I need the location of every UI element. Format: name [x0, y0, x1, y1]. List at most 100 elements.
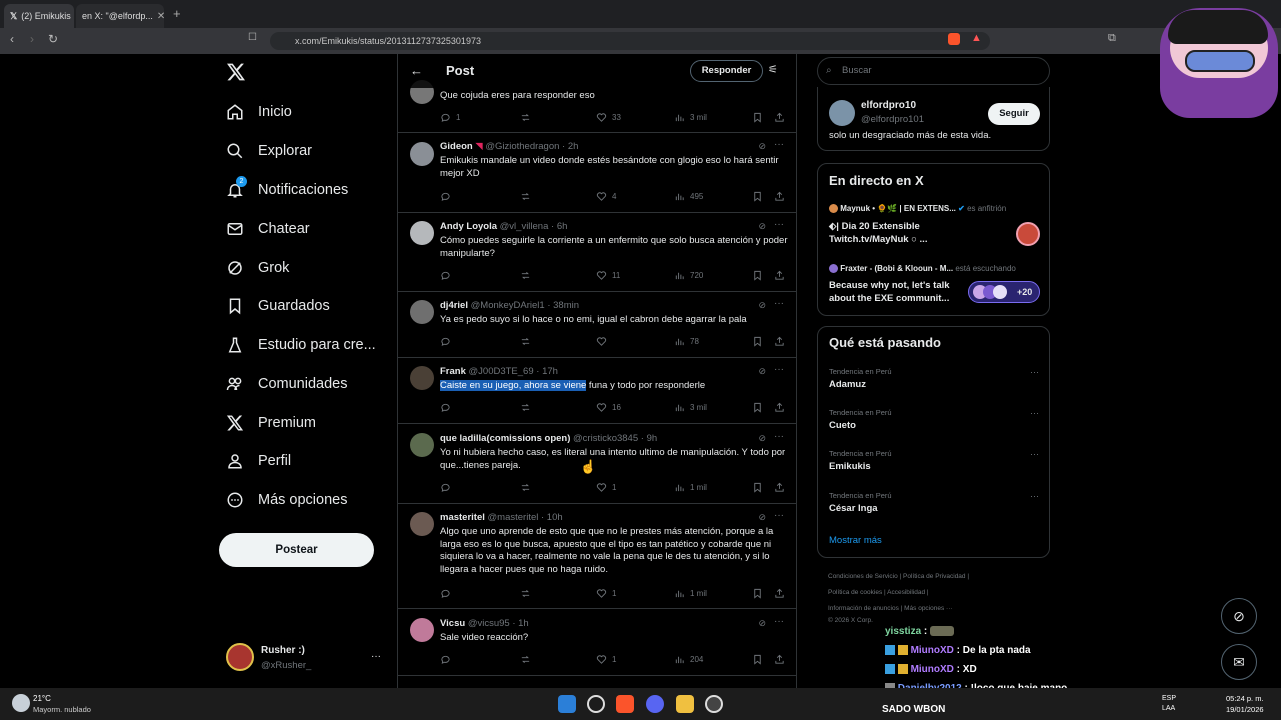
messages-float-button[interactable]: ✉ [1221, 644, 1257, 680]
reply-item[interactable]: Vicsu @vicsu95 · 1h ⊘ ··· Sale video reac… [398, 609, 796, 676]
like-action[interactable]: 11 [596, 270, 620, 281]
bookmark-action[interactable] [752, 336, 763, 347]
folder-icon[interactable] [676, 695, 694, 713]
more-icon[interactable]: ··· [774, 616, 784, 627]
sidebar-item-estudio[interactable]: Estudio para cre... [226, 330, 376, 360]
x-logo-icon[interactable] [226, 62, 246, 87]
reply-action[interactable] [440, 482, 451, 493]
reload-icon[interactable]: ↻ [48, 32, 58, 46]
repost-action[interactable] [520, 270, 531, 281]
like-action[interactable]: 4 [596, 191, 616, 202]
bookmark-action[interactable] [752, 191, 763, 202]
reply-item[interactable]: dj4riel @MonkeyDAriel1 · 38min ⊘ ··· Ya e… [398, 292, 796, 358]
search-icon[interactable] [587, 695, 605, 713]
back-arrow-icon[interactable]: ← [410, 63, 423, 78]
footer-links[interactable]: Política de cookies | Accesibilidad | [828, 589, 929, 596]
profile-name[interactable]: elfordpro10 [861, 100, 916, 111]
share-action[interactable] [774, 270, 785, 281]
sidebar-item-inicio[interactable]: Inicio [226, 97, 292, 127]
sidebar-item-premium[interactable]: Premium [226, 408, 316, 438]
grok-icon[interactable]: ⊘ [758, 221, 766, 232]
repost-action[interactable] [520, 336, 531, 347]
repost-action[interactable] [520, 402, 531, 413]
language-indicator[interactable]: ESP [1162, 695, 1176, 702]
avatar[interactable] [410, 221, 434, 245]
clock-date[interactable]: 19/01/2026 [1226, 705, 1264, 714]
bookmark-action[interactable] [752, 482, 763, 493]
more-icon[interactable]: ··· [1030, 408, 1039, 418]
brave-shield-icon[interactable] [948, 33, 960, 45]
browser-tab[interactable]: 𝕏 (2) Emikukis [4, 4, 74, 28]
grok-icon[interactable]: ⊘ [758, 366, 766, 377]
reply-author[interactable]: Frank [440, 366, 466, 377]
listeners-badge[interactable]: +20 [968, 281, 1040, 303]
live-title-2[interactable]: Because why not, let's talk [829, 280, 950, 291]
back-icon[interactable]: ‹ [10, 32, 14, 46]
share-action[interactable] [774, 402, 785, 413]
more-icon[interactable]: ··· [1030, 491, 1039, 501]
views-action[interactable]: 1 mil [674, 588, 707, 599]
follow-button[interactable]: Seguir [988, 103, 1040, 125]
like-action[interactable]: 1 [596, 482, 616, 493]
more-icon[interactable]: ··· [774, 139, 784, 150]
profile-handle[interactable]: @elfordpro101 [861, 114, 924, 125]
live-title-1b[interactable]: Twitch.tv/MayNuk ○ ... [829, 234, 927, 245]
clock-time[interactable]: 05:24 p. m. [1226, 694, 1264, 703]
avatar[interactable] [410, 512, 434, 536]
reply-item[interactable]: que ladilla(comissions open) @cristicko3… [398, 424, 796, 504]
bookmark-action[interactable] [752, 654, 763, 665]
like-action[interactable] [596, 336, 607, 347]
bookmark-page-icon[interactable]: ☐ [248, 32, 257, 43]
repost-action[interactable] [520, 112, 531, 123]
reply-action[interactable] [440, 191, 451, 202]
reply-action[interactable] [440, 336, 451, 347]
reply-action[interactable] [440, 588, 451, 599]
obs-icon[interactable] [705, 695, 723, 713]
sidebar-item-grok[interactable]: Grok [226, 253, 289, 283]
more-icon[interactable]: ··· [774, 510, 784, 521]
views-action[interactable]: 3 mil [674, 112, 707, 123]
share-action[interactable] [774, 112, 785, 123]
brave-icon[interactable] [616, 695, 634, 713]
sidebar-item-comunidades[interactable]: Comunidades [226, 369, 347, 399]
views-action[interactable]: 720 [674, 270, 703, 281]
account-menu-icon[interactable]: ··· [371, 651, 381, 662]
language-indicator[interactable]: LAA [1162, 705, 1175, 712]
bookmark-action[interactable] [752, 588, 763, 599]
like-action[interactable]: 1 [596, 654, 616, 665]
grok-float-button[interactable]: ⊘ [1221, 598, 1257, 634]
reply-author[interactable]: Andy Loyola [440, 221, 497, 232]
views-action[interactable]: 495 [674, 191, 703, 202]
search-input[interactable]: ⌕ Buscar [817, 57, 1050, 85]
more-icon[interactable]: ··· [774, 298, 784, 309]
reply-author[interactable]: Vicsu [440, 618, 465, 629]
url-input[interactable]: x.com/Emikukis/status/201311273732530197… [270, 32, 990, 50]
browser-tab-active[interactable]: en X: "@elfordp... ✕ [76, 4, 164, 28]
reply-author[interactable]: masteritel [440, 512, 485, 523]
live-title-1[interactable]: ⬖| Dia 20 Extensible [829, 221, 920, 232]
bookmark-action[interactable] [752, 402, 763, 413]
avatar[interactable] [410, 366, 434, 390]
reply-action[interactable]: 1 [440, 112, 460, 123]
live-host[interactable]: Maynuk • 🌻🌿 | EN EXTENS... ✔ es anfitrió… [829, 204, 1006, 214]
reply-item[interactable]: Andy Loyola @vl_villena · 6h ⊘ ··· Cómo p… [398, 213, 796, 292]
sidebar-item-explorar[interactable]: Explorar [226, 136, 312, 166]
sidebar-item-chatear[interactable]: Chatear [226, 214, 310, 244]
reply-action[interactable] [440, 402, 451, 413]
settings-sliders-icon[interactable]: ⚟ [768, 63, 778, 76]
reply-author[interactable]: que ladilla(comissions open) [440, 433, 570, 444]
extensions-icon[interactable]: ⧉ [1108, 32, 1116, 45]
more-icon[interactable]: ··· [1030, 367, 1039, 377]
close-tab-icon[interactable]: ✕ [157, 11, 164, 22]
repost-action[interactable] [520, 654, 531, 665]
forward-icon[interactable]: › [30, 32, 34, 46]
reply-handle[interactable]: @cristicko3845 [573, 433, 638, 444]
sidebar-item-guardados[interactable]: Guardados [226, 291, 330, 321]
share-action[interactable] [774, 654, 785, 665]
reply-author[interactable]: dj4riel [440, 300, 468, 311]
reply-author[interactable]: Gideon [440, 141, 473, 152]
repost-action[interactable] [520, 482, 531, 493]
share-action[interactable] [774, 588, 785, 599]
grok-icon[interactable]: ⊘ [758, 433, 766, 444]
live-host[interactable]: Fraxter - (Bobi & Klooun - M... está esc… [829, 264, 1016, 274]
